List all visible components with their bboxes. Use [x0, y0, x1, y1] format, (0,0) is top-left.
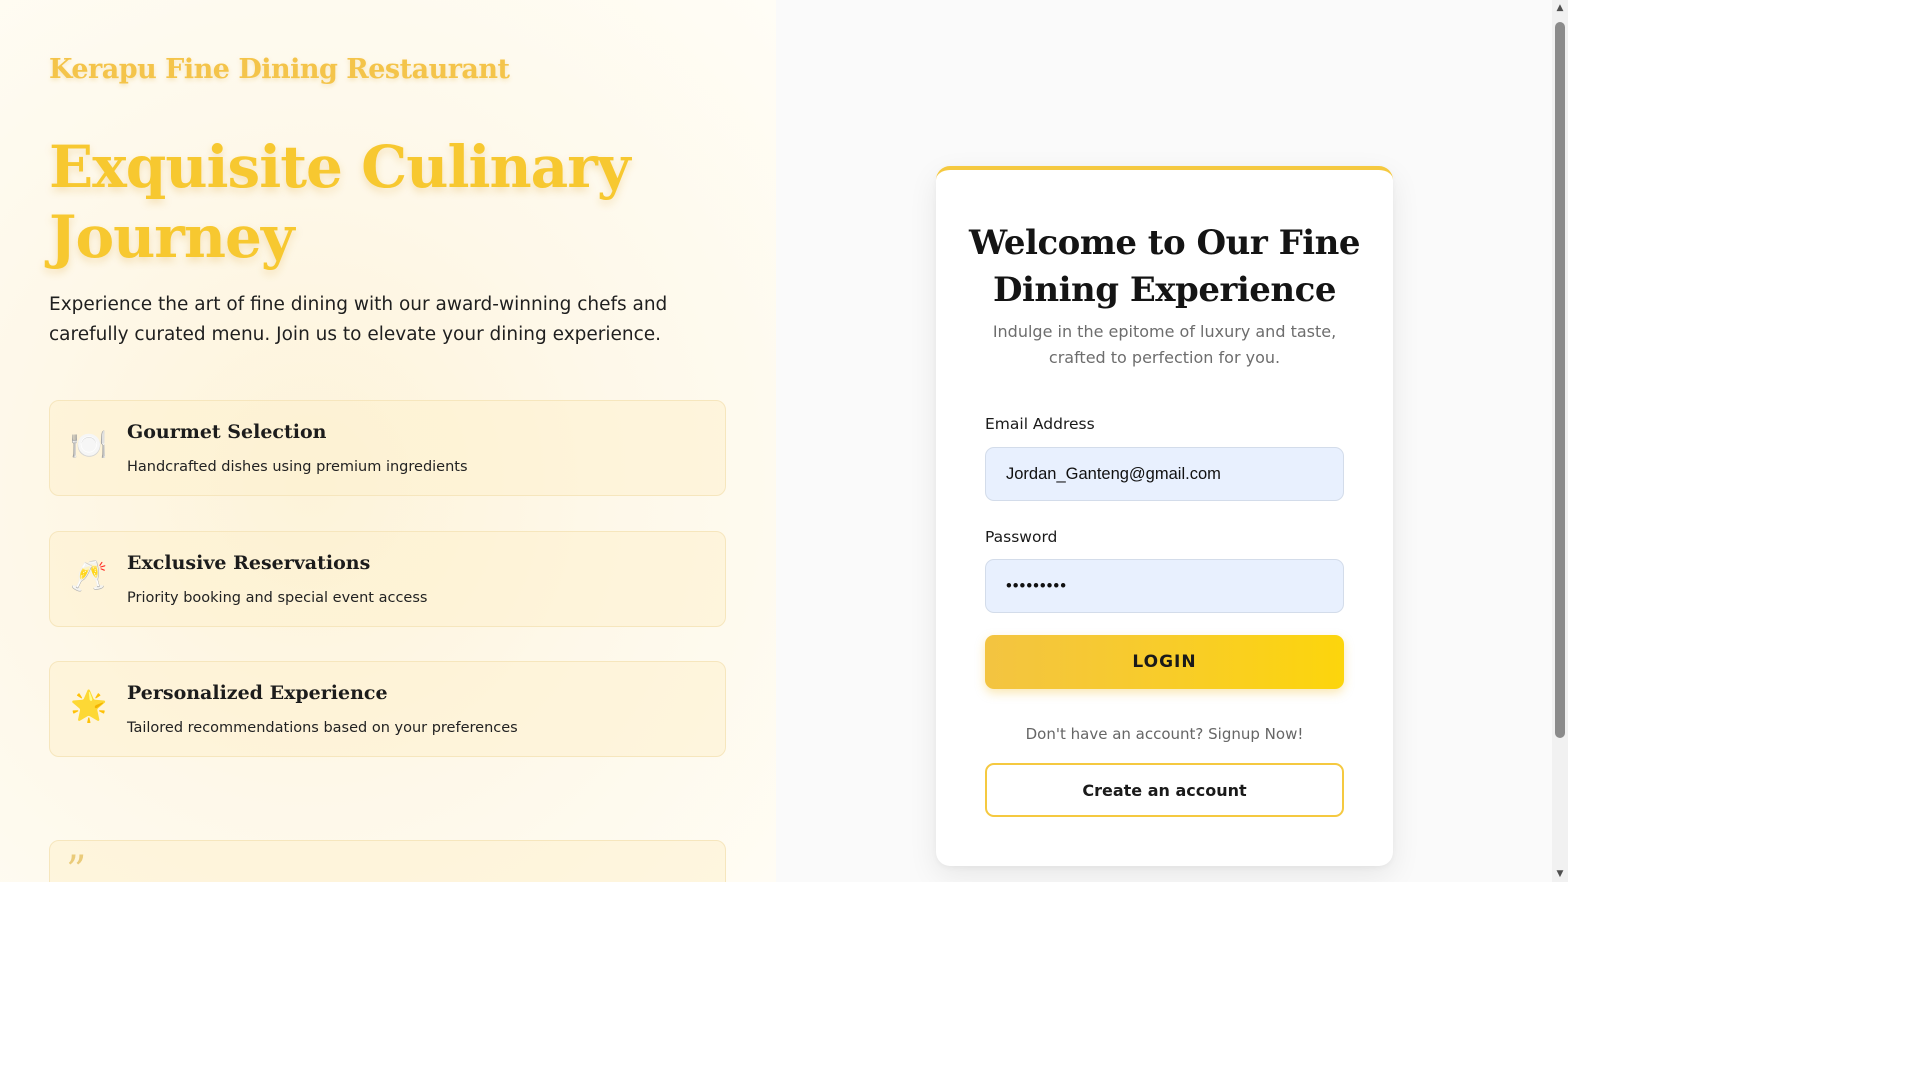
scrollbar-thumb[interactable]: [1555, 22, 1565, 738]
feature-title: Gourmet Selection: [127, 421, 327, 443]
hero-title: Exquisite Culinary Journey: [49, 133, 631, 271]
email-label: Email Address: [985, 415, 1095, 433]
login-subtitle: Indulge in the epitome of luxury and tas…: [992, 322, 1337, 367]
hero-panel: Kerapu Fine Dining Restaurant Exquisite …: [0, 0, 776, 882]
feature-description: Tailored recommendations based on your p…: [127, 720, 518, 736]
testimonial-card: ”: [49, 840, 726, 882]
page: Kerapu Fine Dining Restaurant Exquisite …: [0, 0, 1568, 882]
star-icon: 🌟: [70, 689, 108, 724]
login-button[interactable]: LOGIN: [985, 635, 1344, 689]
hero-description: Experience the art of fine dining with o…: [49, 294, 668, 345]
scroll-up-icon[interactable]: ▲: [1552, 0, 1568, 16]
champagne-glasses-icon: 🥂: [70, 559, 108, 594]
feature-title: Exclusive Reservations: [127, 552, 371, 574]
feature-card-personalized: 🌟 Personalized Experience Tailored recom…: [49, 661, 726, 757]
create-account-button[interactable]: Create an account: [985, 763, 1344, 817]
vertical-scrollbar[interactable]: ▲ ▼: [1552, 0, 1568, 882]
feature-description: Handcrafted dishes using premium ingredi…: [127, 459, 468, 475]
quote-icon: ”: [66, 848, 87, 882]
login-card: Welcome to Our Fine Dining Experience In…: [936, 166, 1393, 866]
signup-prompt[interactable]: Don't have an account? Signup Now!: [985, 725, 1344, 743]
feature-card-gourmet: 🍽️ Gourmet Selection Handcrafted dishes …: [49, 400, 726, 496]
feature-title: Personalized Experience: [127, 682, 388, 704]
feature-description: Priority booking and special event acces…: [127, 590, 428, 606]
login-title: Welcome to Our Fine Dining Experience: [969, 223, 1361, 310]
password-field[interactable]: [985, 559, 1344, 613]
plate-cutlery-icon: 🍽️: [70, 428, 108, 463]
brand-name: Kerapu Fine Dining Restaurant: [49, 54, 510, 85]
password-label: Password: [985, 528, 1058, 546]
scroll-down-icon[interactable]: ▼: [1552, 866, 1568, 882]
email-field[interactable]: [985, 447, 1344, 501]
feature-card-reservations: 🥂 Exclusive Reservations Priority bookin…: [49, 531, 726, 627]
